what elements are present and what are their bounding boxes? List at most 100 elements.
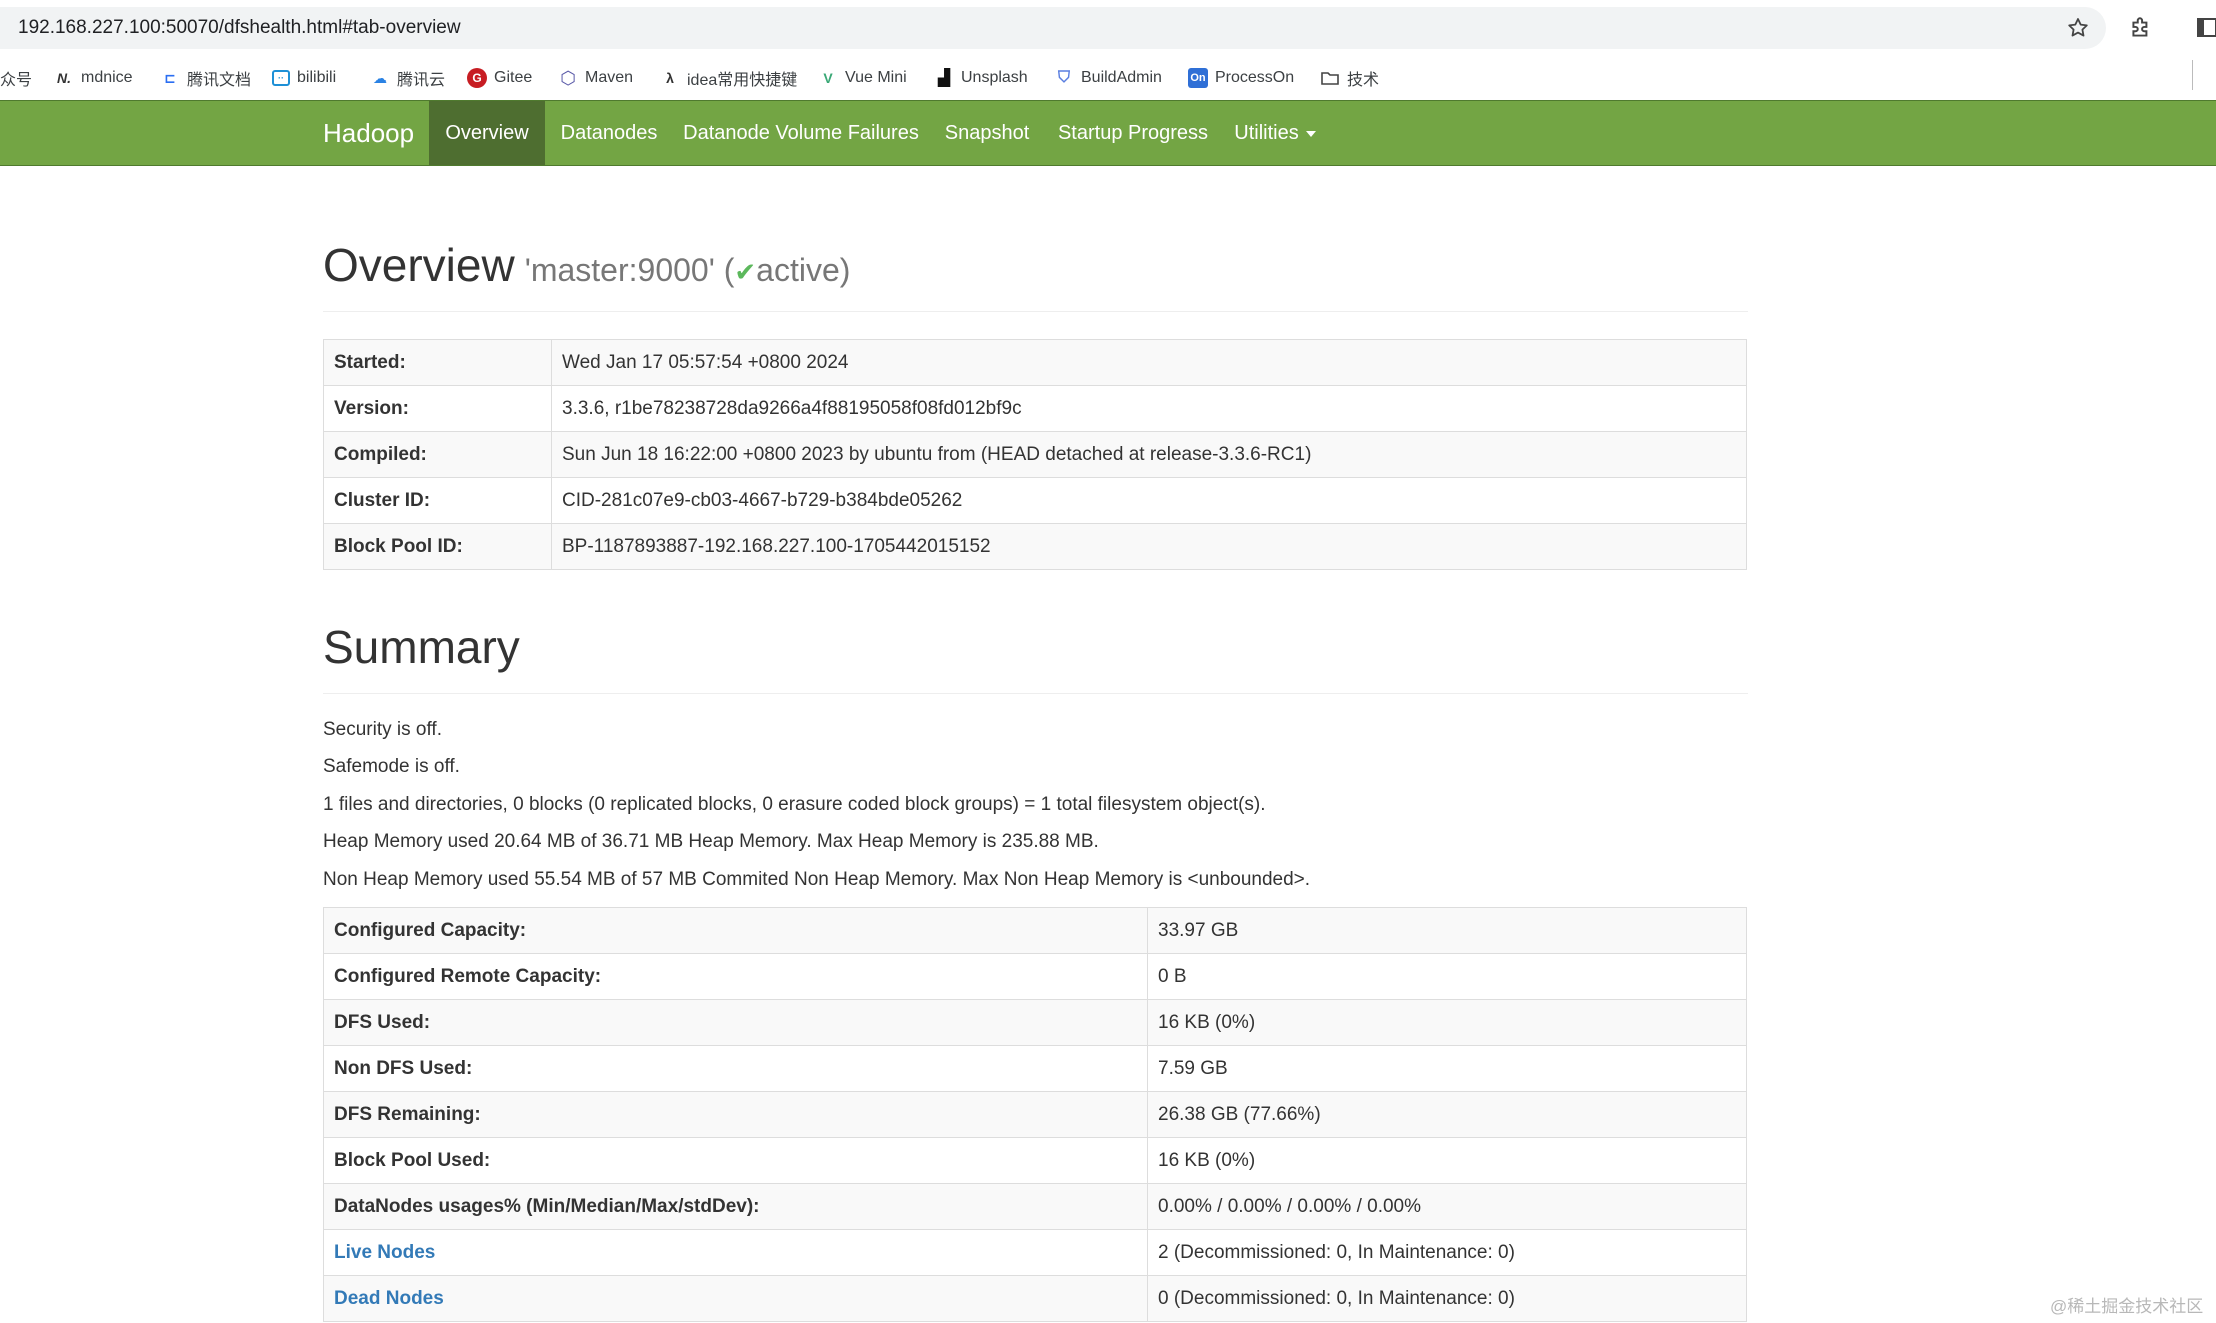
bookmark-label: Gitee xyxy=(494,69,533,86)
extensions-icon[interactable] xyxy=(2128,15,2154,41)
vue-icon: V xyxy=(823,70,833,86)
tab-snapshot[interactable]: Snapshot xyxy=(929,101,1045,165)
bookmark-label: 技术 xyxy=(1347,72,1380,89)
bookmark-item[interactable]: ⬡ Maven xyxy=(558,56,633,100)
url-text[interactable]: 192.168.227.100:50070/dfshealth.html#tab… xyxy=(18,7,461,49)
bookmark-item[interactable]: ▟ Unsplash xyxy=(934,56,1028,100)
summary-line: 1 files and directories, 0 blocks (0 rep… xyxy=(323,794,1266,815)
side-panel-icon[interactable] xyxy=(2196,15,2216,41)
bookmarks-bar: 众号 N. mdnice ⊏ 腾讯文档 ·· bilibili ☁ 腾讯云 G … xyxy=(0,56,2216,101)
row-value: 16 KB (0%) xyxy=(1147,1137,1747,1184)
table-row: Compiled: Sun Jun 18 16:22:00 +0800 2023 … xyxy=(323,431,1747,478)
row-value: Sun Jun 18 16:22:00 +0800 2023 by ubuntu… xyxy=(551,431,1747,478)
maven-icon: ⬡ xyxy=(560,67,576,88)
tab-datanode-volume-failures[interactable]: Datanode Volume Failures xyxy=(673,101,929,165)
row-key: Started: xyxy=(323,339,552,386)
bookmark-label: 腾讯文档 xyxy=(187,72,252,89)
summary-table: Configured Capacity: 33.97 GB Configured … xyxy=(323,907,1747,1322)
heading-divider xyxy=(323,311,1748,312)
table-row: Dead Nodes 0 (Decommissioned: 0, In Maint… xyxy=(323,1275,1747,1322)
summary-line: Heap Memory used 20.64 MB of 36.71 MB He… xyxy=(323,831,1099,852)
caret-down-icon xyxy=(1305,130,1316,137)
row-key: Compiled: xyxy=(323,431,552,478)
tab-startup-progress[interactable]: Startup Progress xyxy=(1045,101,1221,165)
utilities-label: Utilities xyxy=(1234,122,1299,144)
table-row: DFS Used: 16 KB (0%) xyxy=(323,999,1747,1046)
bookmark-label: Maven xyxy=(585,69,634,86)
row-value: CID-281c07e9-cb03-4667-b729-b384bde05262 xyxy=(551,477,1747,524)
address-bar[interactable]: 192.168.227.100:50070/dfshealth.html#tab… xyxy=(0,7,2106,49)
row-key: DFS Remaining: xyxy=(323,1091,1148,1138)
overview-table: Started: Wed Jan 17 05:57:54 +0800 2024 V… xyxy=(323,339,1747,570)
overview-heading: Overview xyxy=(323,239,515,291)
bookmark-item[interactable]: ☁ 腾讯云 xyxy=(370,56,445,100)
row-key: Block Pool Used: xyxy=(323,1137,1148,1184)
folder-icon xyxy=(1321,72,1339,85)
bookmark-label: Vue Mini xyxy=(845,69,907,86)
address-bar-area: 192.168.227.100:50070/dfshealth.html#tab… xyxy=(0,0,2216,56)
row-key: DFS Used: xyxy=(323,999,1148,1046)
live-nodes-link[interactable]: Live Nodes xyxy=(334,1242,435,1263)
table-row: Configured Remote Capacity: 0 B xyxy=(323,953,1747,1000)
bilibili-icon: ·· xyxy=(272,70,290,86)
table-row: Non DFS Used: 7.59 GB xyxy=(323,1045,1747,1092)
summary-line: Non Heap Memory used 55.54 MB of 57 MB C… xyxy=(323,869,1311,890)
row-value: 33.97 GB xyxy=(1147,907,1747,954)
table-row: Started: Wed Jan 17 05:57:54 +0800 2024 xyxy=(323,339,1747,386)
bookmark-label: ProcessOn xyxy=(1215,69,1295,86)
bookmark-item[interactable]: ⛉ BuildAdmin xyxy=(1054,56,1162,100)
row-key: Block Pool ID: xyxy=(323,523,552,570)
bookmark-label: 腾讯云 xyxy=(397,72,446,89)
bookmark-item[interactable]: ⊏ 腾讯文档 xyxy=(160,56,251,100)
bookmark-item[interactable]: 众号 xyxy=(0,56,32,100)
page-title: Overview 'master:9000' (✔active) xyxy=(323,238,850,292)
processon-icon: On xyxy=(1188,68,1208,88)
star-icon[interactable] xyxy=(2066,16,2090,40)
bookmark-label: mdnice xyxy=(81,69,133,86)
status-text: active) xyxy=(756,252,851,288)
row-value: 26.38 GB (77.66%) xyxy=(1147,1091,1747,1138)
row-value: Wed Jan 17 05:57:54 +0800 2024 xyxy=(551,339,1747,386)
bookmarks-divider xyxy=(2192,60,2193,90)
bookmark-label: 众号 xyxy=(0,72,33,89)
navbar-brand[interactable]: Hadoop xyxy=(323,101,414,165)
row-value: 0 B xyxy=(1147,953,1747,1000)
row-value: BP-1187893887-192.168.227.100-1705442015… xyxy=(551,523,1747,570)
tab-overview[interactable]: Overview xyxy=(429,101,545,165)
tab-utilities-dropdown[interactable]: Utilities xyxy=(1221,101,1329,165)
bookmark-item[interactable]: λ idea常用快捷键 xyxy=(660,56,797,100)
table-row: Version: 3.3.6, r1be78238728da9266a4f8819… xyxy=(323,385,1747,432)
bookmark-item[interactable]: N. mdnice xyxy=(54,56,133,100)
idea-icon: λ xyxy=(666,70,674,86)
row-value: 7.59 GB xyxy=(1147,1045,1747,1092)
row-key: Non DFS Used: xyxy=(323,1045,1148,1092)
bookmark-item[interactable]: G Gitee xyxy=(467,56,532,100)
tab-datanodes[interactable]: Datanodes xyxy=(545,101,673,165)
row-key: Dead Nodes xyxy=(323,1275,1148,1322)
mdnice-icon: N. xyxy=(57,70,71,86)
namenode-host: 'master:9000' xyxy=(524,252,715,288)
bookmark-label: idea常用快捷键 xyxy=(687,72,798,89)
gitee-icon: G xyxy=(467,68,487,88)
namenode-status: 'master:9000' (✔active) xyxy=(525,252,851,288)
table-row: Cluster ID: CID-281c07e9-cb03-4667-b729-b… xyxy=(323,477,1747,524)
row-value: 16 KB (0%) xyxy=(1147,999,1747,1046)
bookmark-item[interactable]: On ProcessOn xyxy=(1188,56,1294,100)
table-row: Live Nodes 2 (Decommissioned: 0, In Maint… xyxy=(323,1229,1747,1276)
navbar: Hadoop Overview Datanodes Datanode Volum… xyxy=(0,100,2216,166)
heading-divider xyxy=(323,693,1748,694)
bookmark-item[interactable]: V Vue Mini xyxy=(818,56,907,100)
unsplash-icon: ▟ xyxy=(937,70,951,87)
bookmark-item[interactable]: ·· bilibili xyxy=(272,56,336,100)
bookmark-folder[interactable]: 技术 xyxy=(1320,56,1379,100)
dead-nodes-link[interactable]: Dead Nodes xyxy=(334,1288,444,1309)
buildadmin-icon: ⛉ xyxy=(1057,69,1070,86)
bookmark-label: BuildAdmin xyxy=(1081,69,1162,86)
table-row: Block Pool ID: BP-1187893887-192.168.227.… xyxy=(323,523,1747,570)
row-key: Version: xyxy=(323,385,552,432)
row-key: Live Nodes xyxy=(323,1229,1148,1276)
summary-heading: Summary xyxy=(323,621,520,673)
row-key: Cluster ID: xyxy=(323,477,552,524)
table-row: DataNodes usages% (Min/Median/Max/stdDev… xyxy=(323,1183,1747,1230)
table-row: DFS Remaining: 26.38 GB (77.66%) xyxy=(323,1091,1747,1138)
